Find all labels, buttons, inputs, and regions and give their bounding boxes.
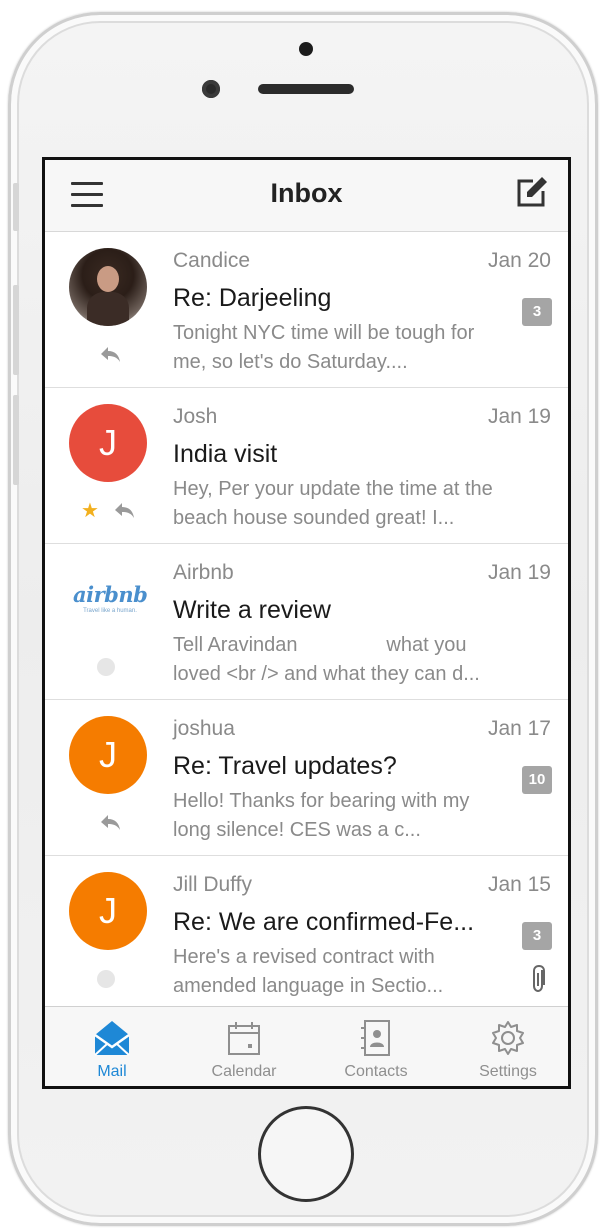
email-list: Candice Jan 20 Re: Darjeeling Tonight NY… bbox=[45, 232, 568, 1012]
email-date: Jan 19 bbox=[487, 405, 551, 428]
email-preview: Here's a revised contract with amended l… bbox=[173, 946, 444, 997]
avatar-letter: J bbox=[69, 716, 147, 794]
email-sender: Josh bbox=[173, 405, 218, 428]
page-title: Inbox bbox=[270, 178, 343, 208]
email-row[interactable]: J ★ Josh Jan 19 India visit Hey, Per you… bbox=[45, 388, 568, 544]
mail-icon bbox=[94, 1021, 130, 1056]
avatar-airbnb-logo: airbnb Travel like a human. bbox=[69, 560, 148, 638]
email-preview: Tell Aravindan what you loved <br /> and… bbox=[173, 634, 480, 685]
tab-settings[interactable]: Settings bbox=[443, 1007, 568, 1086]
tab-label: Calendar bbox=[211, 1063, 277, 1080]
tab-bar: Mail Calendar Contacts Settings bbox=[45, 1006, 568, 1086]
header-bar: Inbox bbox=[45, 160, 568, 232]
mute-switch bbox=[13, 183, 19, 231]
email-date: Jan 15 bbox=[487, 873, 551, 896]
email-date: Jan 17 bbox=[487, 717, 551, 740]
reply-icon bbox=[101, 815, 120, 830]
volume-up-button bbox=[13, 285, 19, 375]
avatar-photo bbox=[69, 248, 147, 326]
email-row[interactable]: J joshua Jan 17 Re: Travel updates? Hell… bbox=[45, 700, 568, 856]
earpiece-speaker bbox=[258, 84, 354, 94]
avatar-letter: J bbox=[69, 872, 147, 950]
email-subject: Re: Darjeeling bbox=[173, 284, 332, 312]
tab-calendar[interactable]: Calendar bbox=[179, 1007, 309, 1086]
app-screen: Inbox Candice Jan 20 Re: Darjeeling Toni… bbox=[42, 157, 571, 1089]
email-date: Jan 20 bbox=[487, 249, 551, 272]
email-date: Jan 19 bbox=[487, 561, 551, 584]
tab-label: Settings bbox=[479, 1063, 537, 1080]
reply-icon bbox=[101, 347, 120, 362]
status-icons bbox=[81, 812, 141, 834]
front-camera bbox=[202, 80, 220, 98]
contacts-icon bbox=[361, 1020, 390, 1056]
paperclip-icon bbox=[533, 964, 545, 993]
tab-label: Mail bbox=[97, 1063, 127, 1080]
tab-mail[interactable]: Mail bbox=[47, 1007, 177, 1086]
status-icons: ★ bbox=[81, 500, 141, 522]
unread-dot-icon bbox=[97, 970, 115, 988]
thread-count-badge: 3 bbox=[522, 298, 552, 326]
star-icon: ★ bbox=[81, 500, 99, 522]
email-preview: Hello! Thanks for bearing with my long s… bbox=[173, 790, 470, 841]
compose-icon[interactable] bbox=[513, 175, 549, 211]
tab-label: Contacts bbox=[344, 1063, 408, 1080]
email-row[interactable]: Candice Jan 20 Re: Darjeeling Tonight NY… bbox=[45, 232, 568, 388]
email-subject: Write a review bbox=[173, 596, 331, 624]
thread-count-badge: 3 bbox=[522, 922, 552, 950]
email-subject: Re: We are confirmed-Fe... bbox=[173, 908, 475, 936]
email-preview: Tonight NYC time will be tough for me, s… bbox=[173, 322, 475, 373]
email-subject: India visit bbox=[173, 440, 278, 468]
status-icons bbox=[81, 968, 141, 990]
email-sender: Candice bbox=[173, 249, 251, 272]
email-row[interactable]: airbnb Travel like a human. Airbnb Jan 1… bbox=[45, 544, 568, 700]
calendar-icon bbox=[228, 1022, 260, 1055]
email-sender: joshua bbox=[173, 717, 235, 740]
tab-contacts[interactable]: Contacts bbox=[311, 1007, 441, 1086]
status-icons bbox=[81, 344, 141, 366]
volume-down-button bbox=[13, 395, 19, 485]
airbnb-logo-text: airbnb bbox=[73, 582, 148, 607]
proximity-sensor bbox=[299, 42, 313, 56]
email-sender: Airbnb bbox=[173, 561, 234, 584]
unread-dot-icon bbox=[97, 658, 115, 676]
email-preview: Hey, Per your update the time at the bea… bbox=[173, 478, 493, 529]
email-row[interactable]: J Jill Duffy Jan 15 Re: We are confirmed… bbox=[45, 856, 568, 1012]
thread-count-badge: 10 bbox=[522, 766, 552, 794]
status-icons bbox=[81, 656, 141, 678]
email-sender: Jill Duffy bbox=[173, 873, 252, 896]
home-button[interactable] bbox=[258, 1106, 354, 1202]
avatar-letter: J bbox=[69, 404, 147, 482]
reply-icon bbox=[115, 503, 134, 518]
email-subject: Re: Travel updates? bbox=[173, 752, 397, 780]
airbnb-logo-tagline: Travel like a human. bbox=[83, 608, 137, 614]
settings-gear-icon bbox=[492, 1021, 524, 1055]
